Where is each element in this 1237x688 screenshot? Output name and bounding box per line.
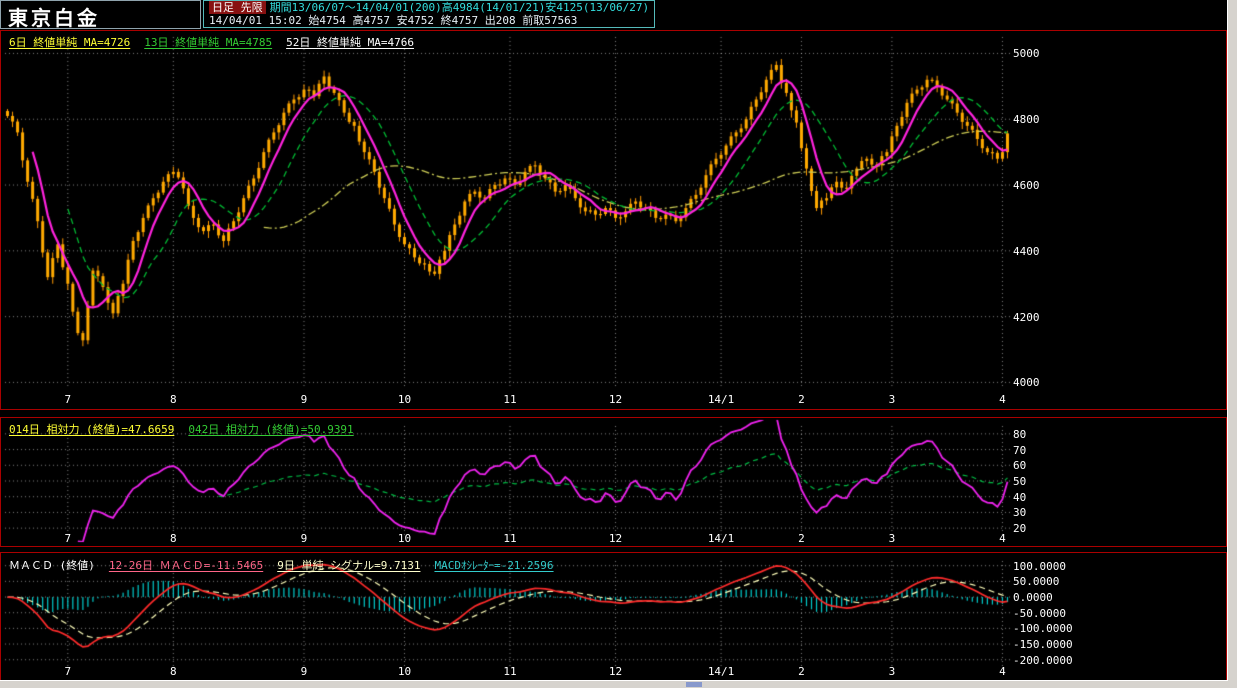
x-axis-month-label: 10 (397, 532, 412, 545)
x-axis-month-label: 11 (503, 393, 517, 406)
vertical-scrollbar[interactable] (1227, 0, 1237, 688)
y-axis-tick-label: 20 (1013, 522, 1027, 536)
x-axis-month-label: 7 (64, 532, 72, 545)
y-axis-tick-label: -50.0000 (1013, 606, 1066, 620)
x-axis-month-label: 4 (999, 665, 1006, 678)
x-axis-month-label: 14/1 (707, 665, 735, 678)
macd-chart-panel[interactable]: ＭＡＣＤ (終値) 12-26日 ＭＡＣＤ=-11.5465 9日 単純 シグナル=… (0, 552, 1227, 682)
x-axis-month-label: 3 (888, 393, 896, 406)
legend-item: 12-26日 ＭＡＣＤ=-11.5465 (108, 559, 264, 572)
legend-item: 6日 終値単純 MA=4726 (9, 36, 131, 49)
y-axis-tick-label: 30 (1013, 506, 1027, 520)
y-axis-tick-label: 4800 (1013, 113, 1040, 127)
x-axis-month-label: 14/1 (707, 393, 735, 406)
titlebar: 東京白金 日足 先限 期間13/06/07～14/04/01(200)高4984(… (0, 0, 1225, 30)
x-axis-month-label: 2 (798, 532, 805, 545)
y-axis-tick-label: 4000 (1013, 376, 1040, 390)
x-axis-month-label: 14/1 (707, 532, 735, 545)
y-axis-tick-label: 5000 (1013, 47, 1040, 61)
legend-item: 52日 終値単純 MA=4766 (286, 36, 414, 49)
legend-title: ＭＡＣＤ (終値) (9, 559, 95, 572)
y-axis-tick-label: 70 (1013, 443, 1027, 457)
period-range-text: 期間13/06/07～14/04/01(200)高4984(14/01/21)安… (269, 1, 650, 14)
candlestick-canvas[interactable] (1, 31, 1226, 409)
x-axis-month-label: 12 (608, 393, 623, 406)
legend-item: 13日 終値単純 MA=4785 (144, 36, 273, 49)
y-axis-tick-label: 50.0000 (1013, 575, 1060, 589)
y-axis-tick-label: 4200 (1013, 310, 1040, 324)
x-axis-month-label: 8 (170, 532, 177, 545)
x-axis-month-label: 9 (300, 665, 308, 678)
y-axis-tick-label: 4600 (1013, 179, 1040, 193)
rsi-canvas[interactable] (1, 418, 1226, 546)
y-axis-tick-label: 40 (1013, 490, 1027, 504)
x-axis-month-label: 11 (503, 665, 517, 678)
chart-type-badge: 日足 先限 (209, 1, 266, 14)
y-axis-tick-label: 0.0000 (1013, 591, 1053, 605)
x-axis-month-label: 4 (999, 393, 1006, 406)
x-axis-month-label: 3 (888, 665, 896, 678)
y-axis-tick-label: -150.0000 (1013, 638, 1073, 652)
price-chart-panel[interactable]: 6日 終値単純 MA=4726 13日 終値単純 MA=4785 52日 終値単純 … (0, 30, 1227, 410)
y-axis-tick-label: 4400 (1013, 244, 1040, 258)
chart-application-window: 東京白金 日足 先限 期間13/06/07～14/04/01(200)高4984(… (0, 0, 1237, 688)
y-axis-tick-label: -200.0000 (1013, 653, 1073, 667)
legend-item: 042日 相対力 (終値)=50.9391 (188, 423, 354, 436)
x-axis-month-label: 8 (170, 665, 177, 678)
price-legend: 6日 終値単純 MA=4726 13日 終値単純 MA=4785 52日 終値単純 … (9, 34, 428, 50)
legend-item: 9日 単純 シグナル=9.7131 (277, 559, 421, 572)
y-axis-tick-label: 80 (1013, 427, 1027, 441)
x-axis-month-label: 3 (888, 532, 896, 545)
x-axis-month-label: 7 (64, 393, 72, 406)
y-axis-tick-label: 50 (1013, 475, 1027, 488)
y-axis-tick-label: 60 (1013, 459, 1027, 473)
legend-item: MACDｵｼﾚｰﾀｰ=-21.2596 (434, 559, 554, 572)
rsi-chart-panel[interactable]: 014日 相対力 (終値)=47.6659 042日 相対力 (終値)=50.93… (0, 417, 1227, 547)
x-axis-month-label: 9 (300, 532, 308, 545)
y-axis-tick-label: 100.0000 (1013, 559, 1066, 573)
instrument-title: 東京白金 (8, 6, 100, 30)
quote-info-line: 14/04/01 15:02 始4754 高4757 安4752 終4757 出… (209, 14, 578, 27)
x-axis-month-label: 7 (64, 665, 72, 678)
period-info-line: 日足 先限 期間13/06/07～14/04/01(200)高4984(14/01… (209, 1, 649, 14)
x-axis-month-label: 9 (300, 393, 308, 406)
header-info-box: 日足 先限 期間13/06/07～14/04/01(200)高4984(14/01… (203, 0, 656, 28)
x-axis-month-label: 11 (503, 532, 517, 545)
x-axis-month-label: 12 (608, 532, 623, 545)
macd-legend: ＭＡＣＤ (終値) 12-26日 ＭＡＣＤ=-11.5465 9日 単純 シグナル=… (9, 557, 568, 573)
x-axis-month-label: 10 (397, 393, 412, 406)
x-axis-month-label: 2 (798, 393, 805, 406)
scrollbar-thumb[interactable] (686, 682, 702, 687)
x-axis-month-label: 4 (999, 532, 1006, 545)
x-axis-month-label: 12 (608, 665, 623, 678)
x-axis-month-label: 2 (798, 665, 805, 678)
x-axis-month-label: 8 (170, 393, 177, 406)
horizontal-scrollbar[interactable] (0, 680, 1228, 688)
rsi-legend: 014日 相対力 (終値)=47.6659 042日 相対力 (終値)=50.93… (9, 421, 368, 437)
y-axis-tick-label: -100.0000 (1013, 622, 1073, 636)
legend-item: 014日 相対力 (終値)=47.6659 (9, 423, 175, 436)
x-axis-month-label: 10 (397, 665, 412, 678)
